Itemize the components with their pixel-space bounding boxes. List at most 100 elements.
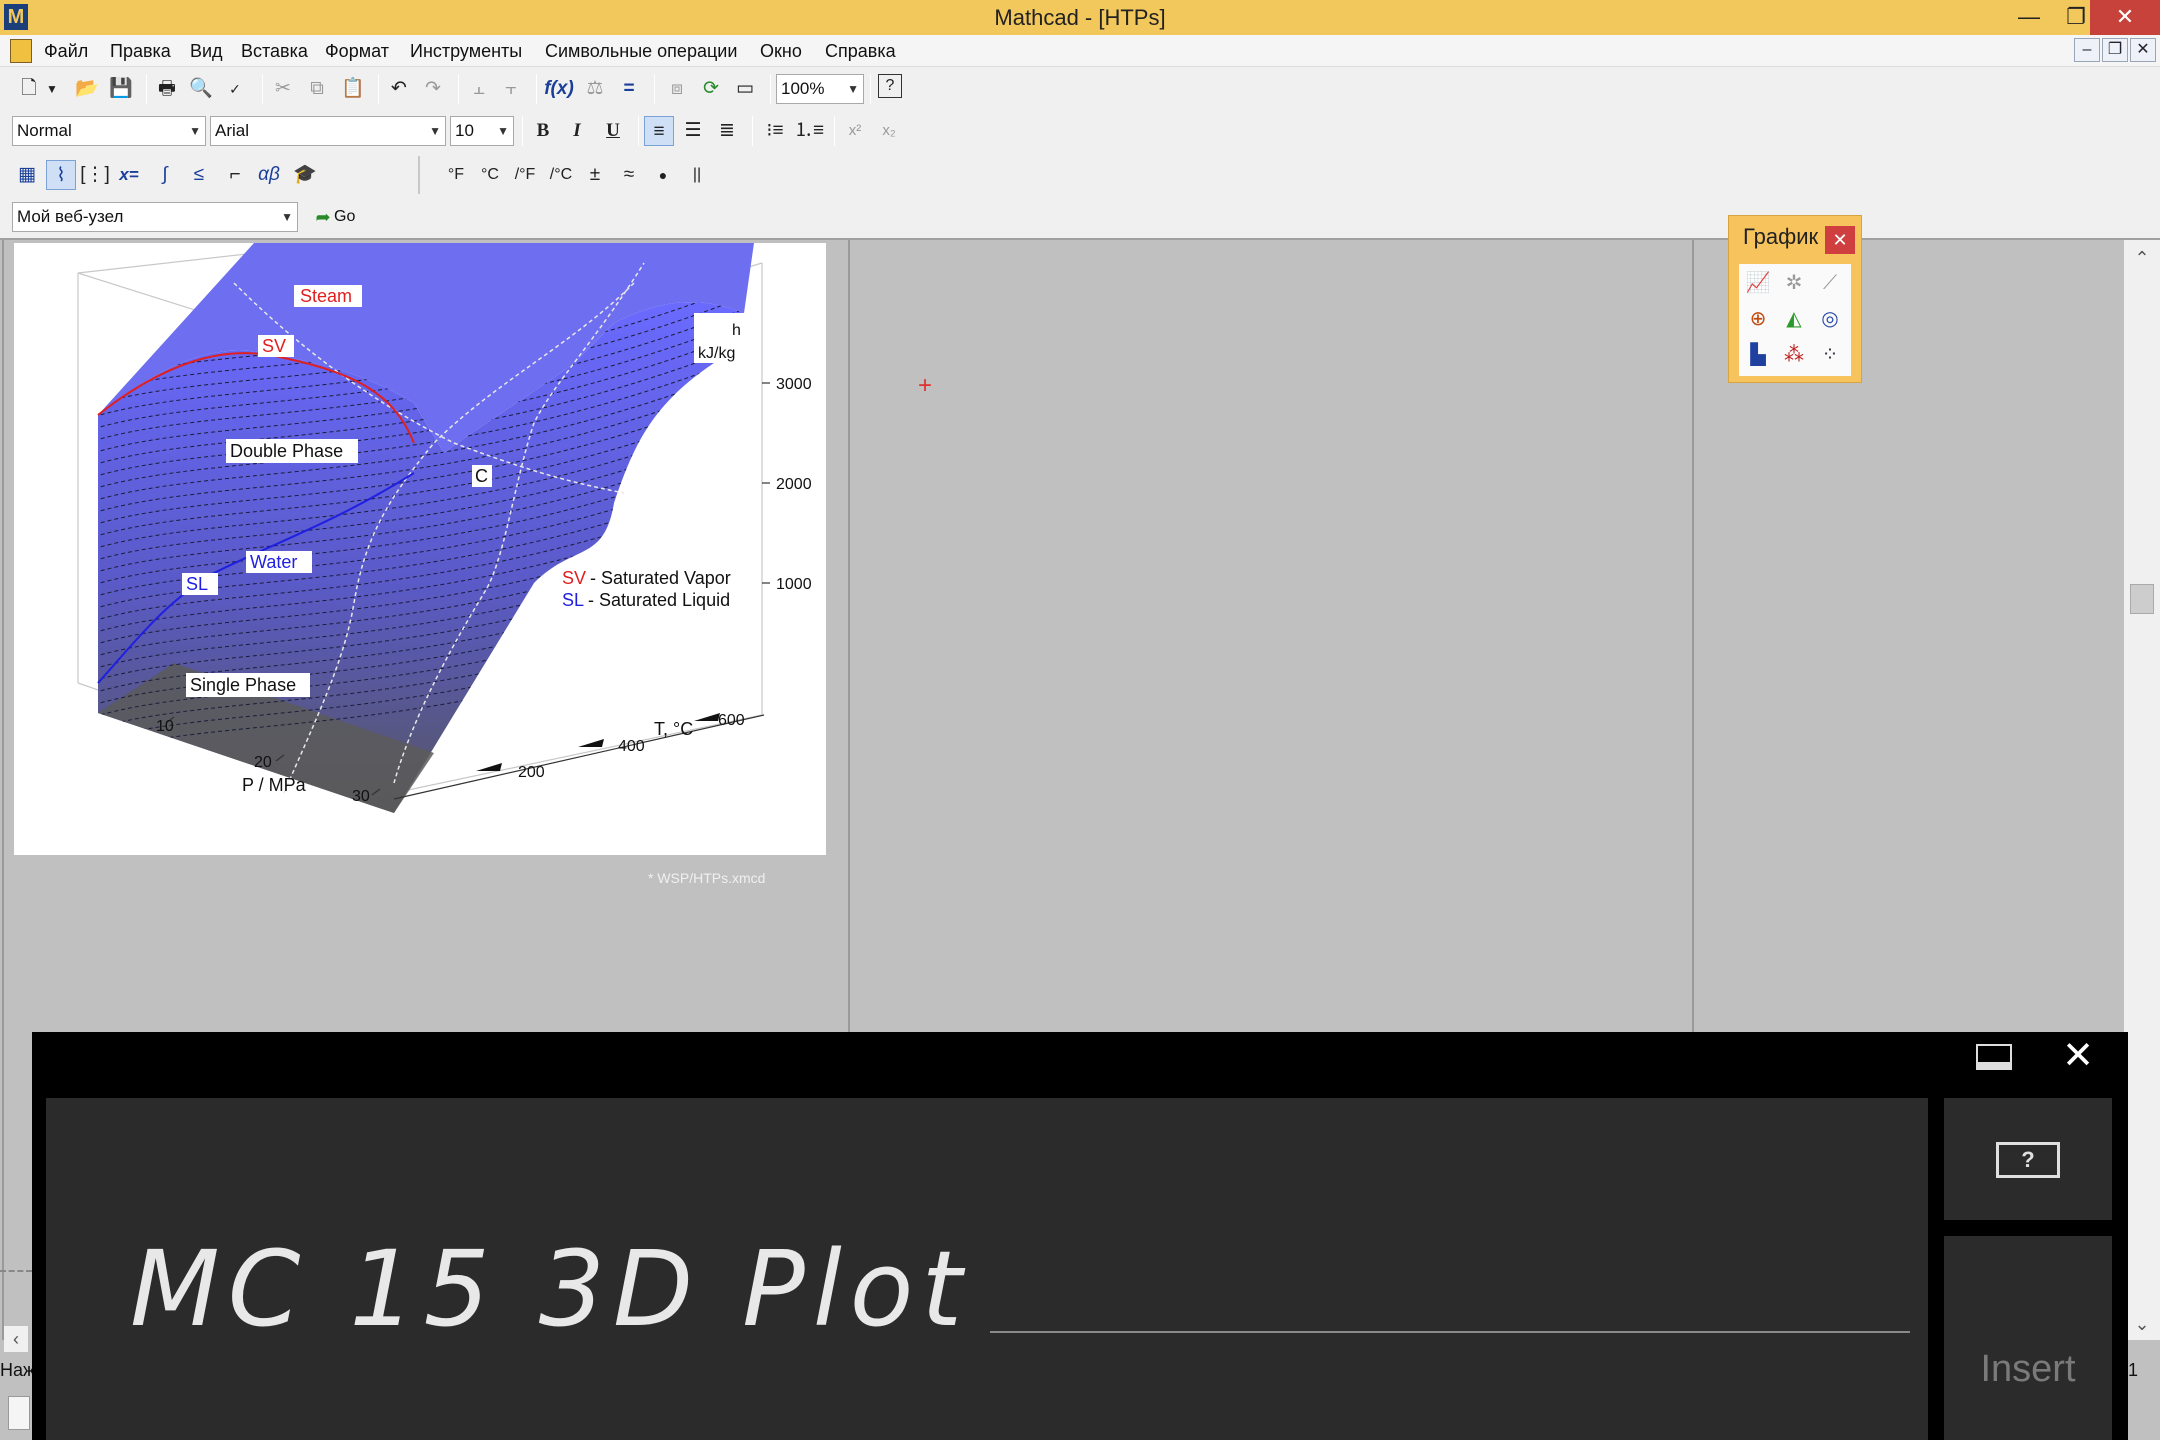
zoom-select[interactable]: 100% ▼ bbox=[776, 74, 864, 104]
dot-button[interactable]: ● bbox=[648, 160, 678, 190]
annotation-single-phase: Single Phase bbox=[190, 675, 296, 695]
menu-help[interactable]: Справка bbox=[825, 35, 896, 67]
chevron-down-icon: ▼ bbox=[429, 124, 441, 138]
surface-plot-icon[interactable]: ◭ bbox=[1779, 304, 1809, 334]
programming-toolbar-icon[interactable]: ⌐ bbox=[220, 160, 250, 190]
new-icon[interactable]: 🗋 bbox=[14, 74, 44, 104]
vector-field-plot-icon[interactable]: ⁘ bbox=[1815, 340, 1845, 370]
boolean-toolbar-icon[interactable]: ≤ bbox=[184, 160, 214, 190]
scroll-left-icon[interactable]: ‹ bbox=[4, 1326, 28, 1352]
scroll-up-icon[interactable]: ⌃ bbox=[2130, 246, 2154, 270]
bar-plot-3d-icon[interactable]: ▙ bbox=[1743, 340, 1773, 370]
graph-palette[interactable]: График ✕ 📈 ✲ ⟋ ⊕ ◭ ◎ ▙ ⁂ ⁘ bbox=[1728, 215, 1862, 383]
superscript-icon[interactable]: x² bbox=[840, 116, 870, 146]
redo-icon[interactable]: ↷ bbox=[418, 74, 448, 104]
insert-function-icon[interactable]: f(x) bbox=[544, 74, 574, 104]
print-preview-icon[interactable]: 🔍 bbox=[186, 74, 216, 104]
palette-close-button[interactable]: ✕ bbox=[1825, 226, 1855, 254]
copy-icon[interactable]: ⧉ bbox=[302, 74, 332, 104]
subscript-icon[interactable]: x₂ bbox=[874, 116, 904, 146]
menu-symbolics[interactable]: Символьные операции bbox=[545, 35, 737, 67]
go-button-label[interactable]: Go bbox=[334, 208, 355, 226]
component-icon[interactable]: ⧈ bbox=[662, 74, 692, 104]
align-right-icon[interactable]: ≣ bbox=[712, 116, 742, 146]
align-bottom-icon[interactable]: ⫟ bbox=[496, 74, 526, 104]
matrix-toolbar-icon[interactable]: [⋮] bbox=[80, 160, 110, 190]
scroll-down-icon[interactable]: ⌄ bbox=[2130, 1312, 2154, 1336]
handwriting-text: MC 15 3D Plot bbox=[130, 1228, 971, 1350]
handwriting-help-button[interactable]: ? bbox=[1944, 1098, 2112, 1220]
vertical-scrollbar[interactable]: ⌃ ⌄ bbox=[2124, 240, 2160, 1340]
style-select[interactable]: Normal ▼ bbox=[12, 116, 206, 146]
font-select[interactable]: Arial ▼ bbox=[210, 116, 446, 146]
polar-plot-icon[interactable]: ✲ bbox=[1779, 268, 1809, 298]
graph-toolbar-icon[interactable]: ⌇ bbox=[46, 160, 76, 190]
mdi-minimize-button[interactable]: – bbox=[2074, 38, 2100, 62]
align-center-icon[interactable]: ☰ bbox=[678, 116, 708, 146]
document-icon[interactable] bbox=[10, 39, 32, 63]
mdi-close-button[interactable]: ✕ bbox=[2130, 38, 2156, 62]
font-size-select[interactable]: 10 ▼ bbox=[450, 116, 514, 146]
contour-plot-icon[interactable]: ◎ bbox=[1815, 304, 1845, 334]
menu-edit[interactable]: Правка bbox=[110, 35, 171, 67]
mdi-restore-button[interactable]: ❐ bbox=[2102, 38, 2128, 62]
file-footnote: * WSP/HTPs.xmcd bbox=[648, 870, 766, 886]
evaluation-toolbar-icon[interactable]: x= bbox=[114, 160, 144, 190]
x-tick-20: 20 bbox=[254, 754, 272, 771]
cut-icon[interactable]: ✂ bbox=[268, 74, 298, 104]
bold-button[interactable]: B bbox=[528, 116, 558, 146]
web-address-select[interactable]: Мой веб-узел ▼ bbox=[12, 202, 298, 232]
scatter-plot-3d-icon[interactable]: ⁂ bbox=[1779, 340, 1809, 370]
symbolic-toolbar-icon[interactable]: 🎓 bbox=[290, 160, 320, 190]
insert-unit-icon[interactable]: ⚖ bbox=[580, 74, 610, 104]
paste-icon[interactable]: 📋 bbox=[338, 74, 368, 104]
minimize-button[interactable]: — bbox=[2006, 0, 2052, 35]
resource-center-icon[interactable]: ⟳ bbox=[696, 74, 726, 104]
dock-icon[interactable] bbox=[1976, 1044, 2012, 1070]
spellcheck-icon[interactable]: ✓ bbox=[220, 74, 250, 104]
calculate-icon[interactable]: = bbox=[614, 74, 644, 104]
calculator-toolbar-icon[interactable]: ▦ bbox=[12, 160, 42, 190]
legend-sl-key: SL bbox=[562, 590, 584, 610]
calculus-toolbar-icon[interactable]: ∫ bbox=[150, 160, 180, 190]
approx-button[interactable]: ≈ bbox=[614, 160, 644, 190]
italic-button[interactable]: I bbox=[562, 116, 592, 146]
start-button-sliver[interactable] bbox=[8, 1396, 30, 1430]
undo-icon[interactable]: ↶ bbox=[384, 74, 414, 104]
scroll-thumb[interactable] bbox=[2130, 584, 2154, 614]
add-trace-icon[interactable]: ⟋ bbox=[1815, 268, 1845, 298]
print-icon[interactable]: 🖶 bbox=[152, 74, 182, 104]
menu-view[interactable]: Вид bbox=[190, 35, 223, 67]
x-tick-30: 30 bbox=[352, 788, 370, 805]
menu-file[interactable]: Файл bbox=[44, 35, 88, 67]
xy-plot-icon[interactable]: 📈 bbox=[1743, 268, 1773, 298]
handwriting-close-button[interactable]: ✕ bbox=[2060, 1037, 2096, 1075]
bullet-list-icon[interactable]: ⁝≡ bbox=[760, 116, 790, 146]
menu-insert[interactable]: Вставка bbox=[241, 35, 308, 67]
close-button[interactable]: ✕ bbox=[2090, 0, 2160, 35]
menu-window[interactable]: Окно bbox=[760, 35, 802, 67]
greek-toolbar-icon[interactable]: αβ bbox=[254, 160, 284, 190]
help-icon: ? bbox=[1996, 1142, 2060, 1178]
save-icon[interactable]: 💾 bbox=[106, 74, 136, 104]
menu-format[interactable]: Формат bbox=[325, 35, 389, 67]
window-icon[interactable]: ▭ bbox=[730, 74, 760, 104]
unit-celsius-button[interactable]: °C bbox=[474, 160, 506, 190]
insert-button[interactable]: Insert bbox=[1944, 1236, 2112, 1440]
numbered-list-icon[interactable]: ⒈≡ bbox=[794, 116, 824, 146]
plus-minus-button[interactable]: ± bbox=[580, 160, 610, 190]
underline-button[interactable]: U bbox=[598, 116, 628, 146]
unit-delta-celsius-button[interactable]: /°C bbox=[544, 160, 578, 190]
unit-delta-fahrenheit-button[interactable]: /°F bbox=[508, 160, 542, 190]
unit-fahrenheit-button[interactable]: °F bbox=[440, 160, 472, 190]
align-top-icon[interactable]: ⫠ bbox=[464, 74, 494, 104]
menu-tools[interactable]: Инструменты bbox=[410, 35, 522, 67]
align-left-icon[interactable]: ≡ bbox=[644, 116, 674, 146]
surface-plot[interactable]: Steam SV Double Phase C Water SL Single … bbox=[14, 242, 826, 855]
help-icon[interactable]: ? bbox=[878, 74, 902, 98]
legend-sl-text: - Saturated Liquid bbox=[588, 590, 730, 610]
parallel-button[interactable]: || bbox=[682, 160, 712, 190]
open-folder-icon[interactable]: 📂 bbox=[72, 74, 102, 104]
sphere-plot-icon[interactable]: ⊕ bbox=[1743, 304, 1773, 334]
dropdown-arrow-icon[interactable]: ▼ bbox=[44, 74, 60, 104]
